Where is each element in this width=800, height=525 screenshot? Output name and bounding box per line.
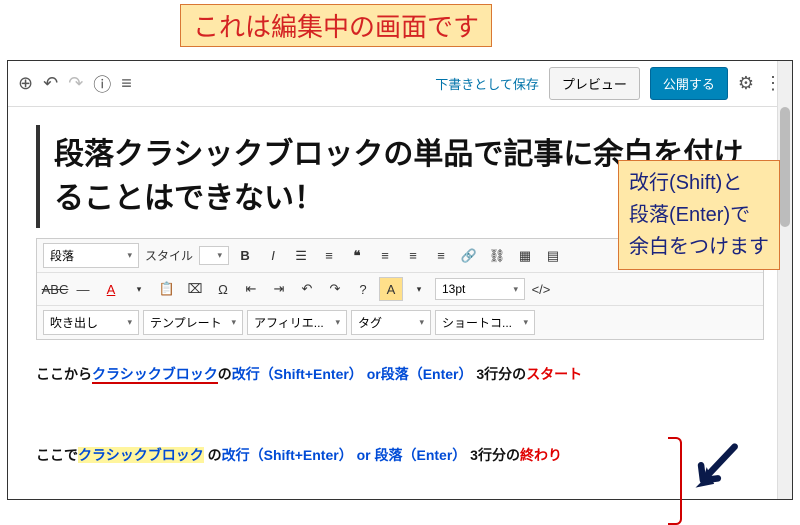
annotation-line: 改行(Shift)と — [629, 167, 769, 199]
shortcode-select[interactable]: ショートコ... — [435, 310, 535, 335]
scroll-thumb[interactable] — [780, 107, 790, 227]
sample-line-start: ここからクラシックブロックの改行（Shift+Enter） or段落（Enter… — [36, 362, 764, 387]
text-classic-block: クラシックブロック — [92, 366, 218, 384]
text-or: or — [357, 447, 371, 463]
style-label: スタイル — [143, 247, 195, 264]
text-end: 終わり — [520, 447, 562, 463]
style-select[interactable] — [199, 246, 229, 265]
text: の — [204, 447, 222, 463]
preview-button[interactable]: プレビュー — [549, 67, 640, 100]
save-draft-link[interactable]: 下書きとして保存 — [435, 74, 539, 93]
topbar-left-controls: ⊕ ↶ ↷ ⓘ ≡ — [18, 71, 132, 97]
italic-icon[interactable]: I — [261, 244, 285, 268]
text: 3行分の — [476, 366, 526, 382]
paste-text-icon[interactable]: 📋 — [155, 277, 179, 301]
annotation-line: 段落(Enter)で — [629, 199, 769, 231]
align-center-icon[interactable]: ≡ — [401, 244, 425, 268]
source-code-icon[interactable]: </> — [529, 277, 553, 301]
editor-topbar: ⊕ ↶ ↷ ⓘ ≡ 下書きとして保存 プレビュー 公開する ⚙ ⋮ — [8, 61, 792, 107]
topbar-right-controls: 下書きとして保存 プレビュー 公開する ⚙ ⋮ — [435, 67, 782, 100]
align-left-icon[interactable]: ≡ — [373, 244, 397, 268]
settings-gear-icon[interactable]: ⚙ — [738, 73, 754, 94]
sample-line-end: ここでクラシックブロック の改行（Shift+Enter） or 段落（Ente… — [36, 443, 764, 468]
add-block-icon[interactable]: ⊕ — [18, 73, 33, 94]
align-right-icon[interactable]: ≡ — [429, 244, 453, 268]
blockquote-icon[interactable]: ❝ — [345, 244, 369, 268]
arrow-annotation — [688, 441, 744, 502]
template-select[interactable]: テンプレート — [143, 310, 243, 335]
tinymce-row-2: ABC — A ▾ 📋 ⌧ Ω ⇤ ⇥ ↶ ↷ ? A ▾ 13pt </> — [37, 273, 763, 306]
clear-formatting-icon[interactable]: ⌧ — [183, 277, 207, 301]
link-icon[interactable]: 🔗 — [457, 244, 481, 268]
text: ここで — [36, 447, 78, 463]
strikethrough-icon[interactable]: ABC — [43, 277, 67, 301]
bullet-list-icon[interactable]: ☰ — [289, 244, 313, 268]
bg-color-chevron-icon[interactable]: ▾ — [407, 277, 431, 301]
text-classic-block-hl: クラシックブロック — [78, 447, 204, 463]
vertical-scrollbar[interactable] — [777, 61, 792, 499]
undo-icon[interactable]: ↶ — [43, 73, 58, 94]
affiliate-select[interactable]: アフィリエ... — [247, 310, 347, 335]
outline-icon[interactable]: ≡ — [121, 73, 132, 94]
text-enter: 段落（Enter） — [371, 447, 467, 463]
unlink-icon[interactable]: ⛓ — [485, 244, 509, 268]
overlay-banner: これは編集中の画面です — [180, 4, 492, 47]
text-shift-enter: 改行（Shift+Enter） — [232, 366, 363, 382]
outdent-icon[interactable]: ⇤ — [239, 277, 263, 301]
format-select[interactable]: 段落 — [43, 243, 139, 268]
help-icon[interactable]: ? — [351, 277, 375, 301]
publish-button[interactable]: 公開する — [650, 67, 728, 100]
text-color-icon[interactable]: A — [99, 277, 123, 301]
text-shift-enter: 改行（Shift+Enter） — [222, 447, 353, 463]
overlay-annotation: 改行(Shift)と 段落(Enter)で 余白をつけます — [618, 160, 780, 270]
text: の — [218, 366, 232, 382]
text: ここから — [36, 366, 92, 382]
hr-icon[interactable]: — — [71, 277, 95, 301]
redo2-icon[interactable]: ↷ — [323, 277, 347, 301]
numbered-list-icon[interactable]: ≡ — [317, 244, 341, 268]
text-or: or — [367, 366, 381, 382]
indent-icon[interactable]: ⇥ — [267, 277, 291, 301]
special-char-icon[interactable]: Ω — [211, 277, 235, 301]
blank-space — [36, 387, 764, 443]
tag-select[interactable]: タグ — [351, 310, 431, 335]
text-color-chevron-icon[interactable]: ▾ — [127, 277, 151, 301]
annotation-line: 余白をつけます — [629, 231, 769, 263]
text-start: スタート — [526, 366, 582, 382]
info-icon[interactable]: ⓘ — [93, 71, 111, 97]
callout-select[interactable]: 吹き出し — [43, 310, 139, 335]
table-icon[interactable]: ▦ — [513, 244, 537, 268]
font-size-select[interactable]: 13pt — [435, 278, 525, 300]
text: 3行分の — [470, 447, 520, 463]
bold-icon[interactable]: B — [233, 244, 257, 268]
editor-window: ⊕ ↶ ↷ ⓘ ≡ 下書きとして保存 プレビュー 公開する ⚙ ⋮ 段落クラシッ… — [7, 60, 793, 500]
red-bracket-annotation — [668, 437, 682, 525]
tinymce-row-3: 吹き出し テンプレート アフィリエ... タグ ショートコ... — [37, 306, 763, 339]
text-enter: 段落（Enter） — [381, 366, 473, 382]
redo-icon[interactable]: ↷ — [68, 73, 83, 94]
bg-color-icon[interactable]: A — [379, 277, 403, 301]
toolbar-toggle-icon[interactable]: ▤ — [541, 244, 565, 268]
undo2-icon[interactable]: ↶ — [295, 277, 319, 301]
